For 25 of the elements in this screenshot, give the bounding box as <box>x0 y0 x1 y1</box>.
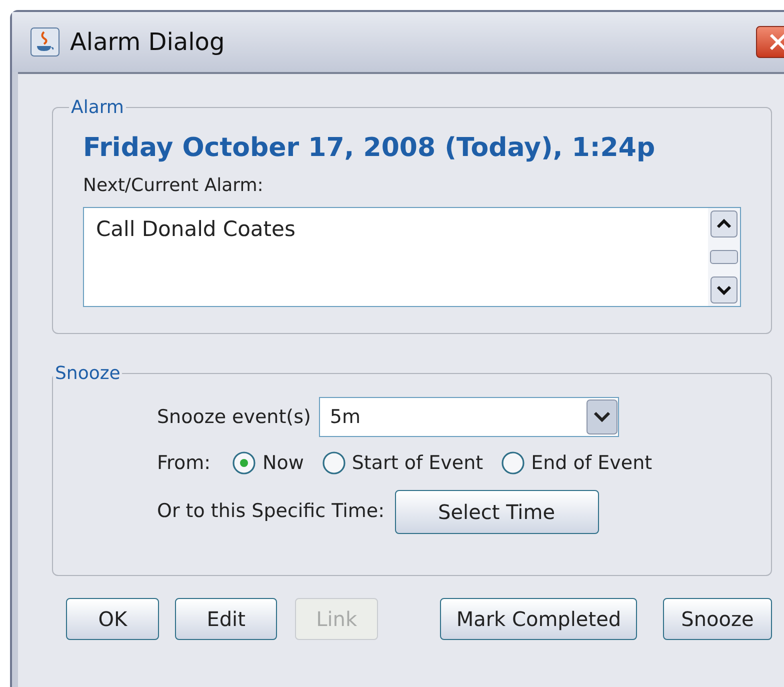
action-button[interactable]: Edit <box>175 598 277 640</box>
java-cup-icon <box>30 27 60 57</box>
action-button[interactable]: Mark Completed <box>440 598 637 640</box>
alarm-date: Friday October 17, 2008 (Today), 1:24p <box>83 132 656 165</box>
scroll-thumb[interactable] <box>710 250 738 264</box>
radio-option[interactable]: End of Event <box>501 449 652 478</box>
action-button[interactable]: Snooze <box>662 598 772 640</box>
field-label: From: <box>157 451 210 476</box>
window-title: Alarm Dialog <box>70 27 225 58</box>
field-label: Or to this Specific Time: <box>157 499 385 524</box>
close-icon <box>769 33 784 51</box>
radio-option[interactable]: Start of Event <box>322 449 484 478</box>
radio-option[interactable]: Now <box>232 449 304 478</box>
group-label: Alarm <box>70 96 125 120</box>
select-time-button[interactable]: Select Time <box>394 490 599 534</box>
scroll-up-icon[interactable] <box>710 210 738 238</box>
alarm-text-area[interactable]: Call Donald Coates <box>83 207 741 307</box>
field-label: Next/Current Alarm: <box>83 174 264 198</box>
field-label: Snooze event(s) <box>157 404 311 430</box>
action-button[interactable]: OK <box>66 598 160 640</box>
scroll-down-icon[interactable] <box>710 276 738 304</box>
snooze-dropdown[interactable]: 5m <box>318 397 619 437</box>
scrollbar[interactable] <box>708 208 740 306</box>
group-label: Snooze <box>54 362 122 386</box>
caret-icon <box>586 399 618 435</box>
